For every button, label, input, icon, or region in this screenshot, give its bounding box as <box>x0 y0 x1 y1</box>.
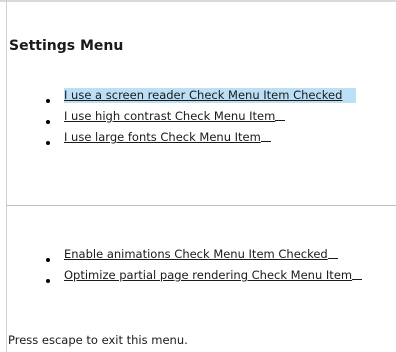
menu-item-label[interactable]: Optimize partial page rendering Check Me… <box>64 268 364 283</box>
menu-item-label[interactable]: I use high contrast Check Menu Item <box>64 109 287 124</box>
menu-item-label[interactable]: I use a screen reader Check Menu Item Ch… <box>64 88 357 103</box>
window-top-border <box>0 0 396 2</box>
menu-separator <box>7 205 396 206</box>
menu-item-label[interactable]: Enable animations Check Menu Item Checke… <box>64 247 340 262</box>
bullet-icon <box>46 258 50 262</box>
escape-hint: Press escape to exit this menu. <box>8 333 188 347</box>
bullet-icon <box>46 120 50 124</box>
bullet-icon <box>46 141 50 145</box>
bullet-icon <box>46 99 50 103</box>
window-left-border <box>6 0 7 352</box>
bullet-icon <box>46 279 50 283</box>
menu-title: Settings Menu <box>9 38 124 54</box>
menu-item-label[interactable]: I use large fonts Check Menu Item <box>64 130 273 145</box>
